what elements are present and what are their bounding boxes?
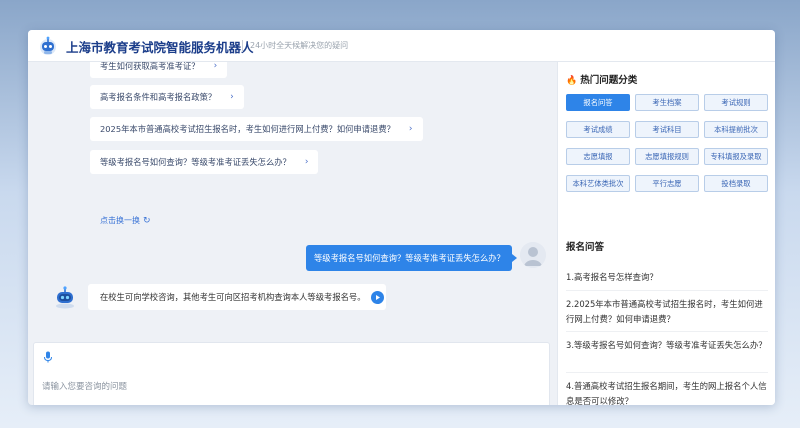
question-input[interactable] xyxy=(42,367,532,405)
category-button[interactable]: 考生档案 xyxy=(635,94,699,111)
bot-message-bubble: 在校生可向学校咨询，其他考生可向区招考机构查询本人等级考报名号。 xyxy=(88,284,386,310)
bot-message-text: 在校生可向学校咨询，其他考生可向区招考机构查询本人等级考报名号。 xyxy=(100,292,366,302)
message-composer: 发送 xyxy=(33,342,550,405)
qa-list-item[interactable]: 4.普通高校考试招生报名期间，考生的网上报名个人信息是否可以修改？ xyxy=(566,379,768,405)
title-divider xyxy=(242,40,243,52)
app-header: 上海市教育考试院智能服务机器人 24小时全天候解决您的疑问 xyxy=(28,30,775,62)
app-subtitle: 24小时全天候解决您的疑问 xyxy=(250,41,349,50)
category-button[interactable]: 志愿填报规则 xyxy=(635,148,699,165)
faq-item[interactable]: 2025年本市普通高校考试招生报名时，考生如何进行网上付费？如何申请退费？ › xyxy=(90,117,423,141)
refresh-button[interactable]: 点击换一换 ↻ xyxy=(100,215,151,226)
category-button[interactable]: 专科填报及录取 xyxy=(704,148,768,165)
category-button[interactable]: 本科提前批次 xyxy=(704,121,768,138)
faq-item[interactable]: 等级考报名号如何查询？等级考准考证丢失怎么办？ › xyxy=(90,150,319,174)
category-button[interactable]: 本科艺体类批次 xyxy=(566,175,630,192)
category-button-active[interactable]: 报名问答 xyxy=(566,94,630,111)
faq-item-label: 高考报名条件和高考报名政策？ xyxy=(100,92,217,102)
refresh-icon: ↻ xyxy=(143,216,151,226)
chevron-right-icon: › xyxy=(304,157,309,167)
faq-item[interactable]: 高考报名条件和高考报名政策？ › xyxy=(90,85,244,109)
category-button[interactable]: 考试成绩 xyxy=(566,121,630,138)
qa-section-title: 报名问答 xyxy=(566,242,605,253)
faq-item[interactable]: 考生如何获取高考准考证？ › xyxy=(90,62,228,78)
chevron-right-icon: › xyxy=(408,124,413,134)
category-button[interactable]: 志愿填报 xyxy=(566,148,630,165)
faq-item-label: 等级考报名号如何查询？等级考准考证丢失怎么办？ xyxy=(100,157,291,167)
qa-list-item[interactable]: 3.等级考报名号如何查询？等级考准考证丢失怎么办？ xyxy=(566,338,768,373)
category-button[interactable]: 考试科目 xyxy=(635,121,699,138)
user-message-bubble: 等级考报名号如何查询？等级考准考证丢失怎么办？ xyxy=(306,245,517,271)
faq-item-label: 考生如何获取高考准考证？ xyxy=(100,62,200,71)
category-button[interactable]: 考试规则 xyxy=(704,94,768,111)
play-audio-icon[interactable] xyxy=(371,291,384,304)
chevron-right-icon: › xyxy=(230,92,234,102)
app-title: 上海市教育考试院智能服务机器人 xyxy=(66,40,254,55)
chevron-right-icon: › xyxy=(213,62,218,71)
robot-logo-icon xyxy=(40,36,56,55)
category-button[interactable]: 投档录取 xyxy=(704,175,768,192)
sidebar: 🔥 热门问题分类 报名问答 考生档案 考试规则 考试成绩 考试科目 本科提前批次 … xyxy=(557,62,775,405)
microphone-icon[interactable] xyxy=(43,351,53,363)
chat-window: 上海市教育考试院智能服务机器人 24小时全天候解决您的疑问 考生如何获取高考准考… xyxy=(28,30,775,405)
hot-categories-title: 🔥 热门问题分类 xyxy=(566,72,637,86)
faq-item-label: 2025年本市普通高校考试招生报名时，考生如何进行网上付费？如何申请退费？ xyxy=(100,124,395,134)
qa-list-item[interactable]: 1.高考报名号怎样查询？ xyxy=(566,270,768,291)
hot-categories-title-text: 热门问题分类 xyxy=(580,75,638,86)
refresh-label: 点击换一换 xyxy=(100,216,140,225)
chat-area[interactable]: 考生如何获取高考准考证？ › 高考报名条件和高考报名政策？ › 2025年本市普… xyxy=(28,62,553,405)
fire-icon: 🔥 xyxy=(566,76,578,86)
user-message-text: 等级考报名号如何查询？等级考准考证丢失怎么办？ xyxy=(314,253,505,263)
category-button[interactable]: 平行志愿 xyxy=(635,175,699,192)
robot-avatar-icon xyxy=(56,286,74,309)
user-avatar-icon xyxy=(520,242,546,268)
qa-list-item[interactable]: 2.2025年本市普通高校考试招生报名时，考生如何进行网上付费？如何申请退费？ xyxy=(566,297,768,332)
